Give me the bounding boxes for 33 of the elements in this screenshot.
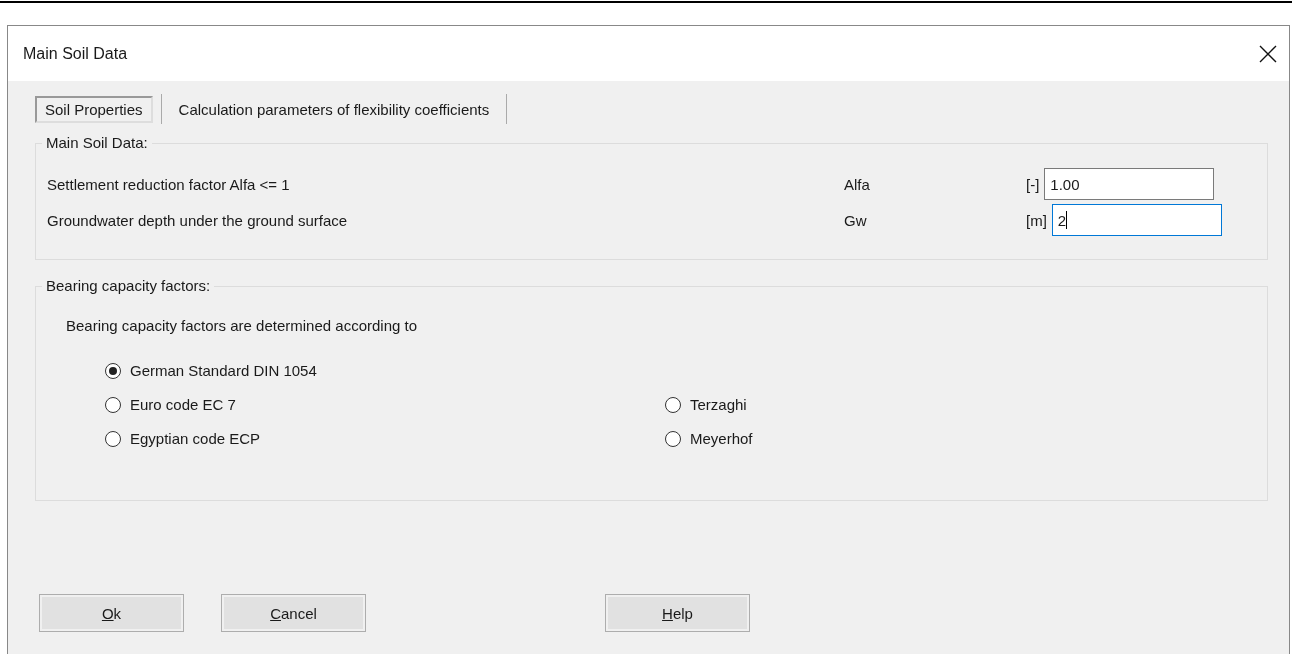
dialog-button[interactable]: Ok bbox=[39, 594, 184, 632]
radio-button[interactable] bbox=[665, 430, 681, 447]
group-title: Main Soil Data: bbox=[42, 134, 152, 151]
unit-label: [-] bbox=[1026, 175, 1040, 193]
input-field[interactable]: 2 bbox=[1051, 204, 1222, 236]
radio-label: German Standard DIN 1054 bbox=[130, 362, 317, 379]
radio-label: Terzaghi bbox=[690, 396, 747, 413]
radio-option[interactable]: Meyerhof bbox=[665, 430, 965, 447]
field-label: Settlement reduction factor Alfa <= 1 bbox=[47, 175, 291, 193]
radio-option[interactable]: Euro code EC 7 bbox=[105, 396, 665, 413]
radio-label: Egyptian code ECP bbox=[130, 430, 261, 447]
window-title: Main Soil Data bbox=[23, 44, 128, 63]
radio-button[interactable] bbox=[105, 396, 121, 413]
group-title: Bearing capacity factors: bbox=[42, 277, 215, 294]
tab[interactable]: Calculation parameters of flexibility coefficients bbox=[169, 96, 499, 122]
radio-button[interactable] bbox=[105, 430, 121, 447]
instruction-text: Bearing capacity factors are determined according to bbox=[66, 317, 419, 334]
radio-button[interactable] bbox=[105, 362, 121, 379]
radio-option[interactable]: Egyptian code ECP bbox=[105, 430, 665, 447]
input-field[interactable]: 1.00 bbox=[1044, 168, 1215, 200]
symbol-label: Alfa bbox=[844, 175, 871, 193]
radio-option[interactable]: Terzaghi bbox=[665, 396, 965, 413]
dialog-button[interactable]: Cancel bbox=[221, 594, 366, 632]
field-label: Groundwater depth under the ground surface bbox=[47, 211, 349, 229]
radio-option[interactable]: German Standard DIN 1054 bbox=[105, 362, 665, 379]
radio-label: Meyerhof bbox=[690, 430, 753, 447]
dialog-button[interactable]: Help bbox=[605, 594, 750, 632]
radio-label: Euro code EC 7 bbox=[130, 396, 236, 413]
radio-button[interactable] bbox=[665, 396, 681, 413]
close-icon[interactable] bbox=[1259, 44, 1277, 63]
tab[interactable]: Soil Properties bbox=[35, 95, 153, 123]
unit-label: [m] bbox=[1026, 211, 1047, 229]
symbol-label: Gw bbox=[844, 211, 868, 229]
